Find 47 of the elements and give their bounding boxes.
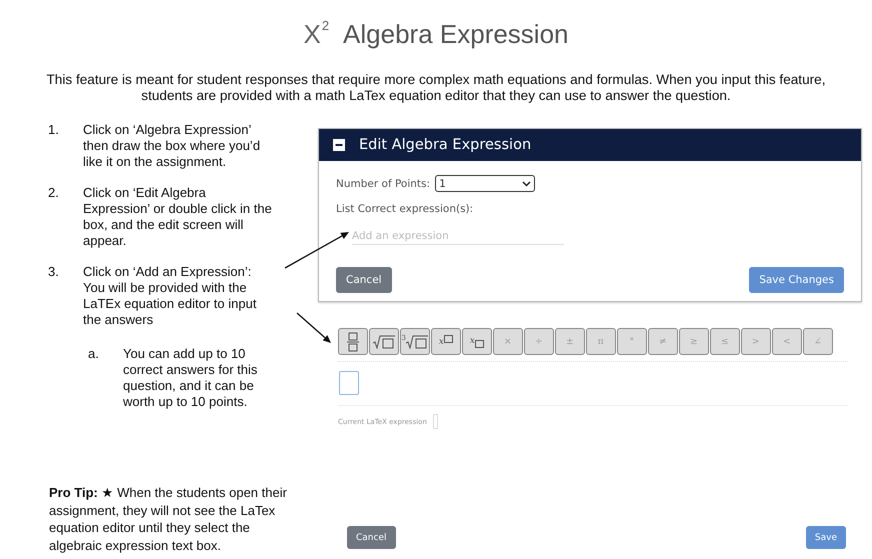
symbol-button[interactable]: >	[741, 328, 770, 355]
symbol-button[interactable]: π	[586, 328, 616, 355]
pointer-arrow	[284, 232, 349, 269]
list-marker: 1.	[47, 122, 60, 139]
expressions-label: List Correct expression(s):	[336, 203, 474, 215]
math-input-field[interactable]	[339, 371, 359, 395]
symbol-button[interactable]: ∠	[803, 328, 832, 355]
page-title: Algebra Expression	[343, 18, 569, 50]
root-button[interactable]	[369, 328, 398, 355]
symbol-button[interactable]: <	[772, 328, 802, 355]
list-marker: 3.	[47, 264, 60, 281]
symbol-button[interactable]: ≤	[710, 328, 740, 355]
symbol-button[interactable]: ±	[555, 328, 584, 355]
title-symbol: X$^{2}$	[303, 18, 330, 50]
save-button[interactable]: Save	[806, 526, 846, 549]
step-text: You can add up to 10 correct answers for this question, and it can be worth up to 10 points.	[123, 346, 258, 410]
symbol-button[interactable]: °	[617, 328, 646, 355]
intro-paragraph: This feature is meant for student responses that require more complex math equations and formulas. When you input this feature, students are provided with a math LaTex equation editor that they can use to answer the question.	[45, 72, 827, 104]
symbol-button[interactable]: ≠	[648, 328, 678, 355]
dialog-title: Edit Algebra Expression	[359, 137, 532, 153]
fraction-button[interactable]	[338, 328, 368, 355]
collapse-icon[interactable]	[333, 139, 345, 151]
symbol-button[interactable]: ×	[493, 328, 522, 355]
cancel-button[interactable]: Cancel	[347, 526, 396, 549]
symbol-button[interactable]: ÷	[524, 328, 554, 355]
fraction-icon	[346, 332, 359, 352]
latex-field[interactable]	[432, 414, 438, 429]
pointer-arrow	[296, 312, 331, 343]
cancel-button[interactable]: Cancel	[336, 267, 392, 293]
subscript-box-icon	[474, 340, 484, 348]
superscript-button[interactable]: x	[431, 328, 460, 355]
expression-field[interactable]: Add an expression	[352, 228, 564, 245]
subscript-button[interactable]: x	[462, 328, 492, 355]
superscript-box-icon	[444, 335, 453, 343]
pro-tip-text: Pro Tip: ★ When the students open their assignment, they will not see the LaTex equation editor until they select the algebraic expression text box.	[48, 484, 288, 554]
list-marker: a.	[87, 346, 100, 363]
list-marker: 2.	[47, 185, 60, 202]
points-select[interactable]: 1	[435, 175, 536, 192]
step-text: Click on ‘Add an Expression’: You will be provided with the LaTEx equation editor to input the answers	[83, 264, 258, 328]
save-button[interactable]: Save Changes	[749, 267, 844, 293]
root-icon	[406, 334, 428, 348]
symbol-button[interactable]: ≥	[679, 328, 708, 355]
step-text: Click on ‘Edit Algebra Expression’ or double click in the box, and the edit screen will appear.	[83, 185, 273, 249]
step-text: Click on ‘Algebra Expression’ then draw the box where you’d like it on the assignment.	[83, 122, 262, 170]
root-icon	[372, 334, 395, 348]
points-label: Number of Points:	[336, 178, 430, 190]
chevron-icon	[522, 180, 532, 186]
